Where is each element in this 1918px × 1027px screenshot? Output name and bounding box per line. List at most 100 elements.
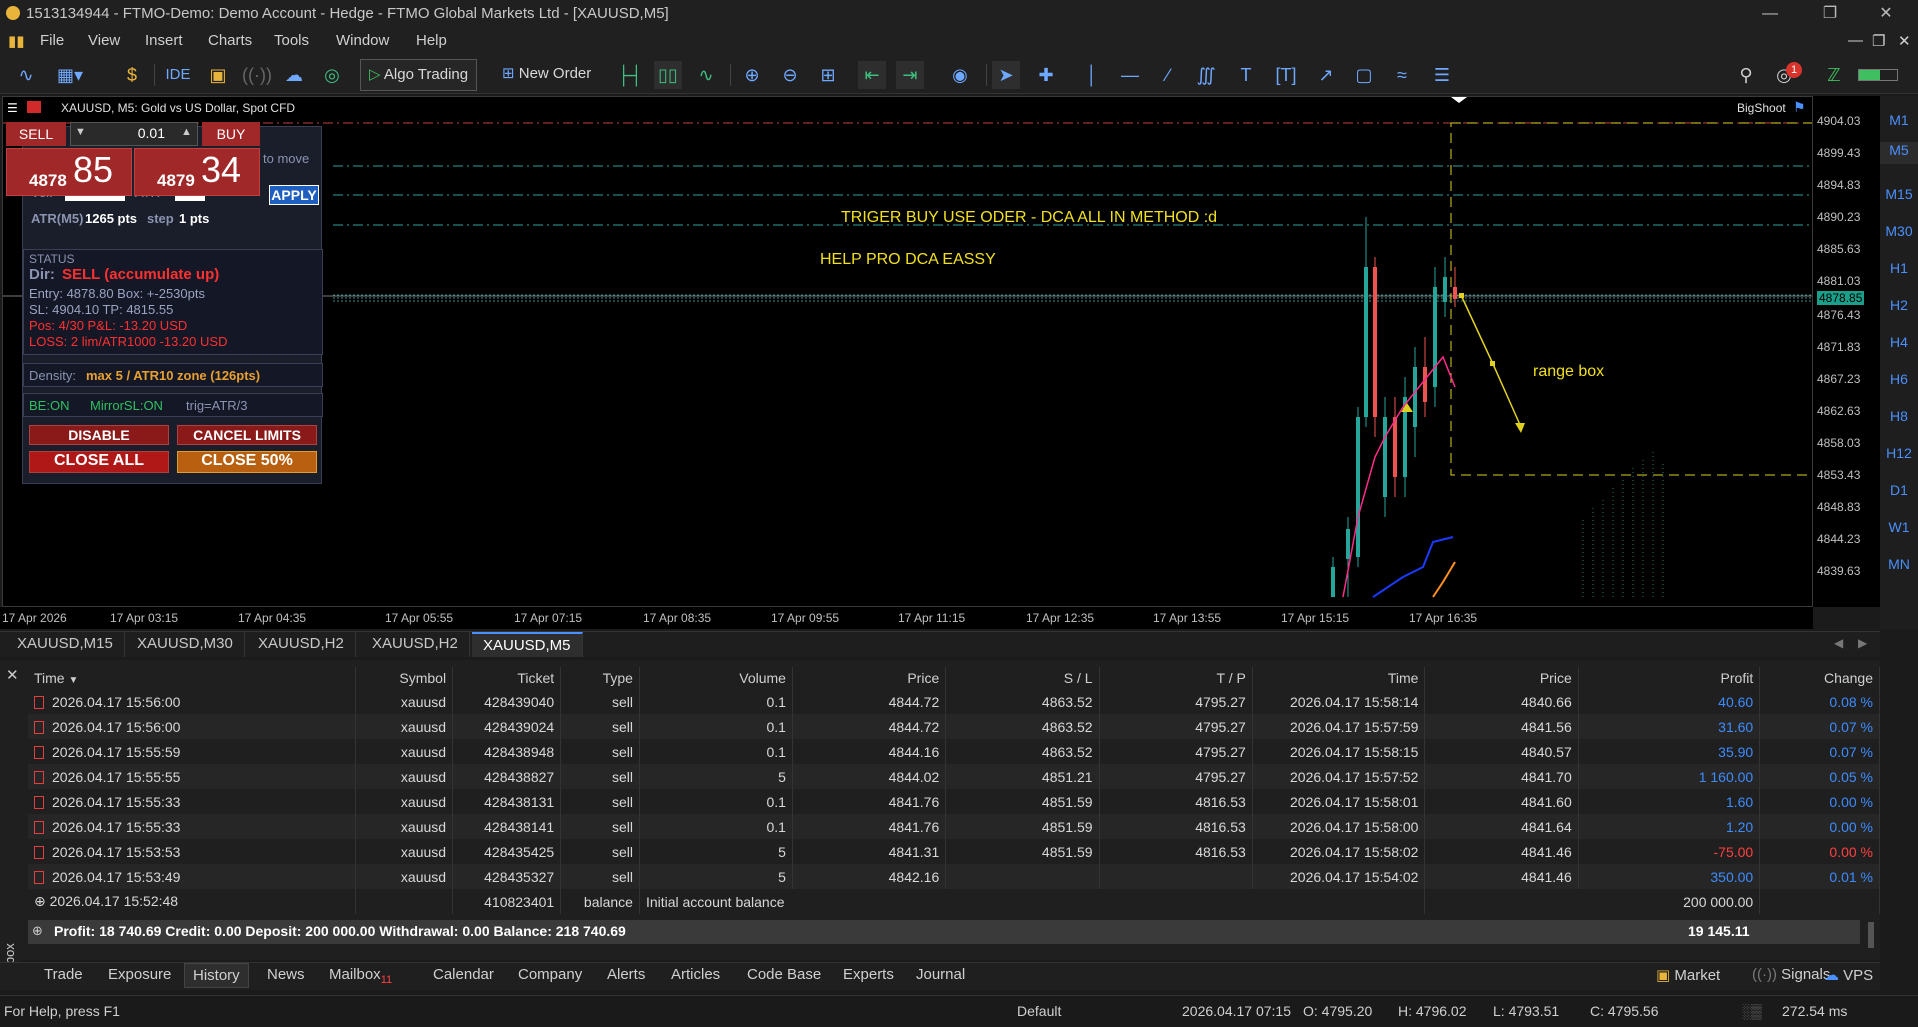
child-restore-icon[interactable]: ❐	[1872, 32, 1885, 50]
sell-button[interactable]: SELL	[6, 122, 66, 146]
col-change[interactable]: Change	[1759, 667, 1880, 689]
trendline-icon[interactable]: ∕	[1154, 61, 1182, 89]
dollar-icon[interactable]: $	[118, 61, 146, 89]
maximize-icon[interactable]: ❐	[1810, 2, 1850, 26]
tab-company[interactable]: Company	[518, 966, 582, 983]
volume-up-icon[interactable]: ▲	[181, 126, 192, 138]
market-bag-icon[interactable]: ▣	[204, 61, 232, 89]
signals-link[interactable]: ((·)) Signals	[1752, 966, 1830, 983]
volume-down-icon[interactable]: ▼	[75, 126, 86, 138]
col-tp[interactable]: T / P	[1099, 667, 1253, 689]
vps-link[interactable]: ☁ VPS	[1824, 966, 1873, 984]
zoom-out-icon[interactable]: ⊖	[776, 61, 804, 89]
minimize-icon[interactable]: —	[1750, 2, 1790, 26]
expand-icon[interactable]: ⊕	[34, 893, 50, 909]
network-icon[interactable]: ◎	[318, 61, 346, 89]
table-row[interactable]: 2026.04.17 15:53:53 xauusd 428435425 sell 5 4…	[28, 839, 1880, 864]
table-row[interactable]: 2026.04.17 15:55:55 xauusd 428438827 sell 5 4…	[28, 764, 1880, 789]
menu-charts[interactable]: Charts	[208, 32, 252, 49]
tab-exposure[interactable]: Exposure	[108, 966, 171, 983]
candles-icon[interactable]: ▯▯	[654, 61, 682, 89]
timeframe-h1[interactable]: H1	[1880, 260, 1918, 276]
menu-file[interactable]: File	[40, 32, 64, 49]
chart-type-icon[interactable]: ▦▾	[48, 61, 92, 89]
text-icon[interactable]: T	[1232, 61, 1260, 89]
mdi-icon[interactable]: ▮▮	[8, 32, 25, 50]
ide-button[interactable]: IDE	[164, 61, 192, 89]
col-close-time[interactable]: Time	[1252, 667, 1426, 689]
col-profit[interactable]: Profit	[1578, 667, 1761, 689]
child-close-icon[interactable]: ✕	[1898, 32, 1911, 50]
menu-insert[interactable]: Insert	[145, 32, 183, 49]
objects-icon[interactable]: ≈	[1388, 61, 1416, 89]
channel-icon[interactable]: ∭	[1192, 61, 1220, 89]
timeframe-mn[interactable]: MN	[1880, 556, 1918, 572]
timeframe-m1[interactable]: M1	[1880, 112, 1918, 128]
chart-menu-icon[interactable]: ☰	[7, 101, 18, 115]
table-row[interactable]: 2026.04.17 15:56:00 xauusd 428439024 sell 0.…	[28, 714, 1880, 739]
algo-trading-button[interactable]: ▷ Algo Trading	[360, 59, 478, 91]
tab-mailbox[interactable]: Mailbox11	[329, 966, 392, 986]
table-row[interactable]: 2026.04.17 15:53:49 xauusd 428435327 sell 5 4…	[28, 864, 1880, 889]
cloud-icon[interactable]: ☁	[280, 61, 308, 89]
cancel-limits-button[interactable]: CANCEL LIMITS	[177, 425, 317, 445]
bar-chart-icon[interactable]: ├┤	[616, 61, 644, 89]
fibonacci-icon[interactable]: ↗	[1312, 61, 1340, 89]
balance-row[interactable]: ⊕ 2026.04.17 15:52:48 410823401 balance Ini…	[28, 889, 1880, 914]
menu-view[interactable]: View	[88, 32, 120, 49]
menu-tools[interactable]: Tools	[274, 32, 309, 49]
col-volume[interactable]: Volume	[639, 667, 793, 689]
col-type[interactable]: Type	[560, 667, 640, 689]
signal-icon[interactable]: ((·))	[242, 61, 272, 89]
signal-strength-icon[interactable]: ℤ	[1820, 61, 1848, 89]
chart-shift-icon[interactable]: ⇥	[896, 61, 924, 89]
table-row[interactable]: 2026.04.17 15:55:59 xauusd 428438948 sell 0.…	[28, 739, 1880, 764]
table-row[interactable]: 2026.04.17 15:55:33 xauusd 428438131 sell 0.…	[28, 789, 1880, 814]
grid-icon[interactable]: ⊞	[814, 61, 842, 89]
vertical-line-icon[interactable]: │	[1078, 61, 1106, 89]
tab-scroll-right-icon[interactable]: ▶	[1858, 636, 1867, 650]
disable-button[interactable]: DISABLE	[29, 425, 169, 445]
market-link[interactable]: ▣ Market	[1656, 966, 1720, 984]
table-scrollbar[interactable]	[1868, 922, 1874, 948]
zoom-in-icon[interactable]: ⊕	[738, 61, 766, 89]
buy-button[interactable]: BUY	[202, 122, 260, 146]
crosshair-icon[interactable]: ✚	[1032, 61, 1060, 89]
timeframe-m30[interactable]: M30	[1880, 223, 1918, 239]
tab-journal[interactable]: Journal	[916, 966, 965, 983]
close-all-button[interactable]: CLOSE ALL	[29, 451, 169, 473]
close-icon[interactable]: ✕	[1866, 2, 1906, 26]
profile-name[interactable]: Default	[1017, 1003, 1061, 1019]
chart-tab[interactable]: XAUUSD,M30	[126, 632, 245, 657]
tab-news[interactable]: News	[267, 966, 305, 983]
cursor-icon[interactable]: ➤	[992, 61, 1020, 89]
chart-tab-active[interactable]: XAUUSD,M5	[472, 632, 583, 657]
autoscroll-icon[interactable]: ⇤	[858, 61, 886, 89]
timeframe-d1[interactable]: D1	[1880, 482, 1918, 498]
tab-alerts[interactable]: Alerts	[607, 966, 645, 983]
menu-lines-icon[interactable]: ☰	[1428, 61, 1456, 89]
tab-experts[interactable]: Experts	[843, 966, 894, 983]
chart-tab[interactable]: XAUUSD,H2	[247, 632, 356, 657]
expand-icon[interactable]: ⊕	[32, 923, 43, 939]
price-scale[interactable]: 4904.03 4899.43 4894.83 4890.23 4885.63 …	[1813, 96, 1880, 607]
time-scale[interactable]: 17 Apr 2026 17 Apr 03:15 17 Apr 04:35 17…	[0, 607, 1813, 629]
child-minimize-icon[interactable]: —	[1848, 32, 1863, 49]
tab-trade[interactable]: Trade	[44, 966, 83, 983]
col-time[interactable]: Time ▼	[28, 667, 356, 689]
line-icon[interactable]: ∿	[692, 61, 720, 89]
col-sl[interactable]: S / L	[945, 667, 1100, 689]
chart-tab[interactable]: XAUUSD,H2	[361, 632, 470, 657]
line-chart-icon[interactable]: ∿	[12, 61, 40, 89]
timeframe-w1[interactable]: W1	[1880, 519, 1918, 535]
tab-code-base[interactable]: Code Base	[747, 966, 821, 983]
tab-scroll-left-icon[interactable]: ◀	[1834, 636, 1843, 650]
new-order-button[interactable]: ⊞ New Order	[494, 59, 599, 91]
timeframe-m5[interactable]: M5	[1880, 142, 1918, 164]
timeframe-h12[interactable]: H12	[1880, 445, 1918, 461]
sell-price-box[interactable]: 4878 85	[6, 148, 132, 196]
volume-stepper[interactable]: ▼ 0.01 ▲	[70, 122, 198, 146]
text-label-icon[interactable]: [T]	[1272, 61, 1300, 89]
screenshot-icon[interactable]: ◉	[946, 61, 974, 89]
tab-calendar[interactable]: Calendar	[433, 966, 494, 983]
